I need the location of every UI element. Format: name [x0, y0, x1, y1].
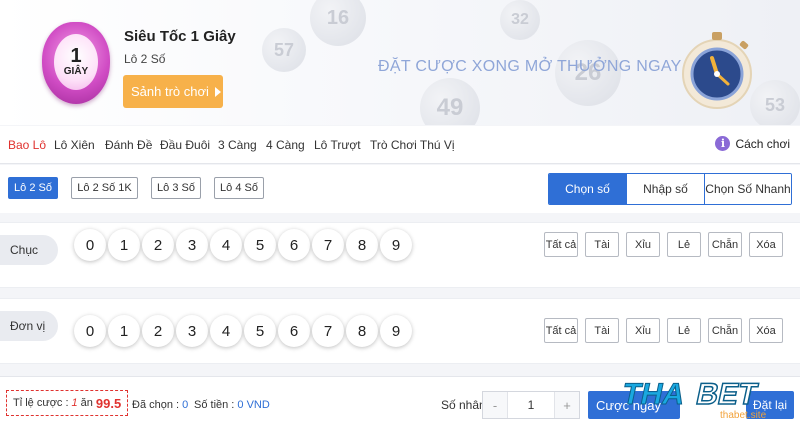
big-button[interactable]: Tài	[585, 318, 619, 343]
how-to-play-link[interactable]: i Cách chơi	[715, 136, 790, 151]
odds-box: Tỉ lệ cược : 1 ăn 99.5	[6, 390, 129, 416]
selected-label: Đã chọn :	[132, 399, 180, 411]
bg-ball: 32	[500, 0, 540, 40]
digit-ball[interactable]: 6	[278, 229, 310, 261]
digit-ball[interactable]: 6	[278, 315, 310, 347]
small-button[interactable]: Xỉu	[626, 318, 660, 343]
tens-row: Chục 0 1 2 3 4 5 6 7 8 9 Tất cả Tài Xỉu …	[0, 222, 800, 288]
even-button[interactable]: Chẵn	[708, 232, 742, 257]
selected-count: Đã chọn : 0	[132, 399, 188, 411]
subtab-lo-4-so[interactable]: Lô 4 Số	[214, 177, 264, 199]
selected-value: 0	[182, 399, 189, 411]
digit-ball[interactable]: 3	[176, 229, 208, 261]
digit-ball[interactable]: 2	[142, 315, 174, 347]
digit-ball[interactable]: 7	[312, 315, 344, 347]
select-all-button[interactable]: Tất cả	[544, 232, 578, 257]
tab-lo-truot[interactable]: Lô Trượt	[314, 138, 361, 152]
how-to-play-label: Cách chơi	[735, 136, 790, 151]
digit-ball[interactable]: 0	[74, 315, 106, 347]
digit-ball[interactable]: 1	[108, 229, 140, 261]
sub-panel: Lô 2 Số Lô 2 Số 1K Lô 3 Số Lô 4 Số Chọn …	[0, 165, 800, 213]
mode-quick-pick[interactable]: Chọn Số Nhanh	[705, 174, 791, 204]
bet-type-tabs: Bao Lô Lô Xiên Đánh Đề Đầu Đuôi 3 Càng 4…	[0, 126, 800, 164]
digit-ball[interactable]: 9	[380, 229, 412, 261]
amount-total: Số tiền : 0 VND	[194, 399, 270, 411]
play-icon	[214, 86, 221, 97]
subtab-lo-2-so-1k[interactable]: Lô 2 Số 1K	[71, 177, 138, 199]
digit-ball[interactable]: 4	[210, 229, 242, 261]
tab-bao-lo[interactable]: Bao Lô	[8, 138, 46, 152]
even-button[interactable]: Chẵn	[708, 318, 742, 343]
clear-button[interactable]: Xóa	[749, 318, 783, 343]
mode-choose-number[interactable]: Chọn số	[549, 174, 627, 204]
subtab-lo-3-so[interactable]: Lô 3 Số	[151, 177, 201, 199]
tab-lo-xien[interactable]: Lô Xiên	[54, 138, 95, 152]
stopwatch-icon	[682, 32, 752, 109]
decrement-button[interactable]: -	[483, 392, 507, 418]
logo-unit: GIÂY	[63, 66, 89, 77]
watermark-sub: thabet.site	[720, 410, 767, 421]
small-button[interactable]: Xỉu	[626, 232, 660, 257]
bg-ball: 49	[420, 78, 480, 125]
odds-mid: ăn	[80, 397, 93, 409]
multiplier-stepper: - 1 +	[482, 391, 580, 419]
odds-prefix: 1	[71, 397, 78, 409]
bg-ball: 16	[310, 0, 366, 46]
odd-button[interactable]: Lẻ	[667, 318, 701, 343]
increment-button[interactable]: +	[555, 392, 579, 418]
tens-label: Chục	[0, 235, 58, 265]
tab-danh-de[interactable]: Đánh Đề	[105, 138, 152, 152]
amount-value: 0 VND	[237, 399, 270, 411]
clear-button[interactable]: Xóa	[749, 232, 783, 257]
units-row: Đơn vị 0 1 2 3 4 5 6 7 8 9 Tất cả Tài Xỉ…	[0, 298, 800, 364]
lobby-button-label: Sảnh trò chơi	[131, 84, 209, 99]
odd-button[interactable]: Lẻ	[667, 232, 701, 257]
mode-enter-number[interactable]: Nhập số	[627, 174, 705, 204]
digit-ball[interactable]: 1	[108, 315, 140, 347]
game-logo: 1 GIÂY	[42, 22, 110, 108]
tab-dau-duoi[interactable]: Đầu Đuôi	[160, 138, 210, 152]
info-icon: i	[715, 136, 731, 151]
digit-ball[interactable]: 8	[346, 315, 378, 347]
odds-value: 99.5	[95, 395, 122, 411]
digit-ball[interactable]: 5	[244, 315, 276, 347]
logo-number: 1	[70, 45, 82, 67]
lobby-button[interactable]: Sảnh trò chơi	[123, 75, 223, 108]
game-subtitle: Lô 2 Số	[124, 52, 166, 66]
bg-ball: 57	[262, 28, 306, 72]
watermark-brand-b: BET	[693, 378, 760, 411]
tab-tro-choi-thu-vi[interactable]: Trò Chơi Thú Vị	[370, 138, 455, 152]
watermark-brand-a: THA	[619, 378, 688, 411]
digit-ball[interactable]: 3	[176, 315, 208, 347]
units-label: Đơn vị	[0, 311, 58, 341]
amount-label: Số tiền :	[194, 399, 235, 411]
digit-ball[interactable]: 4	[210, 315, 242, 347]
odds-label: Tỉ lệ cược :	[13, 397, 69, 409]
digit-ball[interactable]: 5	[244, 229, 276, 261]
big-button[interactable]: Tài	[585, 232, 619, 257]
select-all-button[interactable]: Tất cả	[544, 318, 578, 343]
game-header: 57 49 26 32 16 53 1 GIÂY Siêu Tốc 1 Giây…	[0, 0, 800, 125]
slogan: ĐẶT CƯỢC XONG MỞ THƯỞNG NGAY	[378, 58, 682, 75]
digit-ball[interactable]: 8	[346, 229, 378, 261]
digit-ball[interactable]: 7	[312, 229, 344, 261]
tab-4-cang[interactable]: 4 Càng	[266, 138, 305, 152]
multiplier-input[interactable]: 1	[507, 392, 555, 418]
subtab-lo-2-so[interactable]: Lô 2 Số	[8, 177, 58, 199]
digit-ball[interactable]: 9	[380, 315, 412, 347]
brand-watermark: THA BET thabet.site	[619, 378, 767, 421]
game-title: Siêu Tốc 1 Giây	[124, 28, 236, 45]
input-mode-group: Chọn số Nhập số Chọn Số Nhanh	[548, 173, 792, 205]
digit-ball[interactable]: 0	[74, 229, 106, 261]
digit-ball[interactable]: 2	[142, 229, 174, 261]
tab-3-cang[interactable]: 3 Càng	[218, 138, 257, 152]
